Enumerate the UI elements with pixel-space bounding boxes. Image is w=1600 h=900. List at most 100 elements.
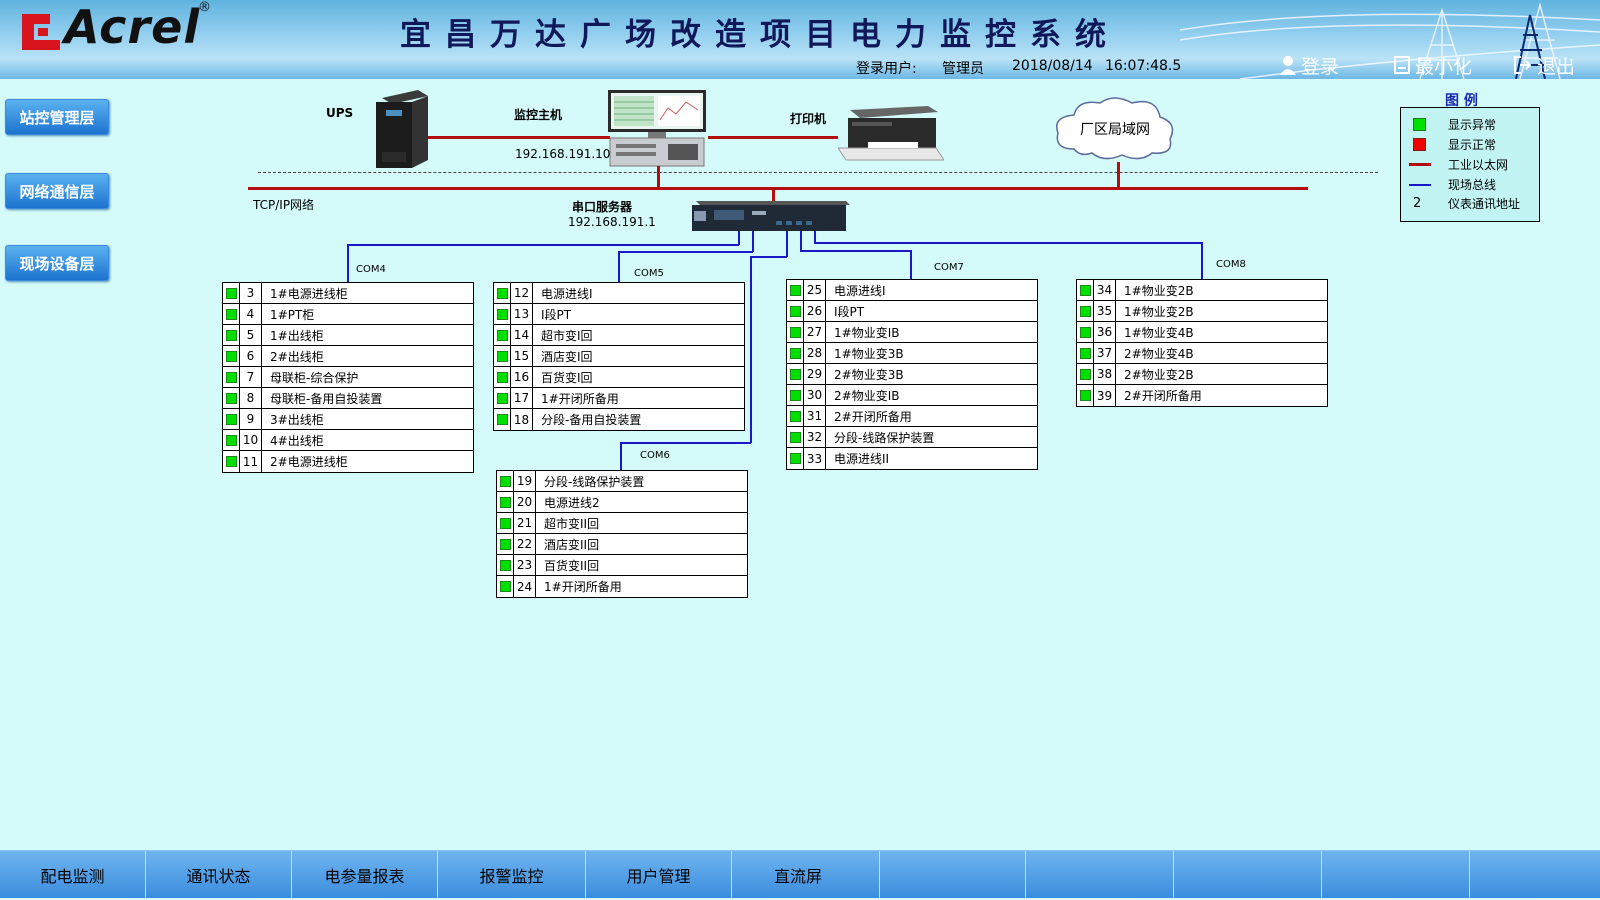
device-row[interactable]: 5 1#出线柜 xyxy=(223,325,473,346)
device-name: 酒店变I回 xyxy=(541,349,593,364)
device-row[interactable]: 22 酒店变II回 xyxy=(497,534,747,555)
device-row[interactable]: 4 1#PT柜 xyxy=(223,304,473,325)
device-row[interactable]: 3 1#电源进线柜 xyxy=(223,283,473,304)
network-communication-layer-button[interactable]: 网络通信层 xyxy=(5,173,109,209)
device-row[interactable]: 34 1#物业变2B xyxy=(1077,280,1327,301)
device-row[interactable]: 11 2#电源进线柜 xyxy=(223,451,473,472)
device-name: 1#开闭所备用 xyxy=(541,391,619,406)
device-status-cell xyxy=(497,492,514,512)
device-status-cell xyxy=(223,346,240,366)
device-row[interactable]: 19 分段-线路保护装置 xyxy=(497,471,747,492)
com7-line-rise xyxy=(800,231,802,251)
device-row[interactable]: 12 电源进线I xyxy=(494,283,744,304)
tab-empty-3[interactable] xyxy=(1174,851,1322,898)
status-indicator-icon xyxy=(225,456,237,467)
device-name: 1#PT柜 xyxy=(270,307,315,322)
station-management-layer-button[interactable]: 站控管理层 xyxy=(5,99,109,135)
device-row[interactable]: 37 2#物业变4B xyxy=(1077,343,1327,364)
device-row[interactable]: 39 2#开闭所备用 xyxy=(1077,385,1327,406)
red-square-icon xyxy=(1413,138,1426,151)
device-row[interactable]: 30 2#物业变IB xyxy=(787,385,1037,406)
serial-server-label: 串口服务器 xyxy=(572,200,633,214)
device-row[interactable]: 23 百货变II回 xyxy=(497,555,747,576)
com6-line-vertical xyxy=(750,256,752,443)
device-row[interactable]: 33 电源进线II xyxy=(787,448,1037,469)
device-row[interactable]: 25 电源进线I xyxy=(787,280,1037,301)
status-indicator-icon xyxy=(225,329,237,341)
tab-alarm-monitoring[interactable]: 报警监控 xyxy=(438,851,586,898)
legend-item-ethernet: 工业以太网 xyxy=(1409,156,1508,173)
device-row[interactable]: 17 1#开闭所备用 xyxy=(494,388,744,409)
device-row[interactable]: 10 4#出线柜 xyxy=(223,430,473,451)
login-button[interactable]: 登录 xyxy=(1280,52,1339,78)
device-row[interactable]: 16 百货变I回 xyxy=(494,367,744,388)
field-device-layer-button[interactable]: 现场设备层 xyxy=(5,245,109,281)
device-address: 19 xyxy=(514,471,536,491)
device-name: I段PT xyxy=(541,307,572,322)
device-status-cell xyxy=(1077,364,1094,384)
com6-line-rise xyxy=(786,231,788,257)
device-name: 1#出线柜 xyxy=(270,328,324,343)
minimize-button[interactable]: 最小化 xyxy=(1394,52,1472,78)
device-row[interactable]: 9 3#出线柜 xyxy=(223,409,473,430)
device-address: 12 xyxy=(511,283,533,303)
legend-item-address: 2 仪表通讯地址 xyxy=(1409,195,1520,212)
status-indicator-icon xyxy=(789,431,801,443)
device-name: 百货变I回 xyxy=(541,370,593,385)
tab-empty-1[interactable] xyxy=(880,851,1026,898)
device-row[interactable]: 14 超市变I回 xyxy=(494,325,744,346)
device-row[interactable]: 32 分段-线路保护装置 xyxy=(787,427,1037,448)
device-address: 26 xyxy=(804,301,826,321)
tab-distribution-monitoring[interactable]: 配电监测 xyxy=(0,851,146,898)
device-address: 34 xyxy=(1094,280,1116,300)
device-name: 2#出线柜 xyxy=(270,349,324,364)
legend-box: 显示异常 显示正常 工业以太网 现场总线 2 仪表通讯地址 xyxy=(1400,107,1540,222)
device-name: 1#物业变2B xyxy=(1124,283,1194,298)
red-line-icon xyxy=(1409,163,1431,166)
layer-divider-dashed-line xyxy=(258,172,1378,173)
device-row[interactable]: 18 分段-备用自投装置 xyxy=(494,409,744,430)
printer-ethernet-link xyxy=(708,136,838,139)
tab-dc-panel[interactable]: 直流屏 xyxy=(732,851,880,898)
device-row[interactable]: 6 2#出线柜 xyxy=(223,346,473,367)
device-row[interactable]: 24 1#开闭所备用 xyxy=(497,576,747,597)
device-address: 38 xyxy=(1094,364,1116,384)
device-row[interactable]: 29 2#物业变3B xyxy=(787,364,1037,385)
tab-empty-2[interactable] xyxy=(1026,851,1174,898)
status-indicator-icon xyxy=(496,287,508,299)
device-row[interactable]: 31 2#开闭所备用 xyxy=(787,406,1037,427)
tab-empty-5[interactable] xyxy=(1470,851,1600,898)
com5-line-rise xyxy=(752,231,754,252)
device-row[interactable]: 36 1#物业变4B xyxy=(1077,322,1327,343)
tab-communication-status[interactable]: 通讯状态 xyxy=(146,851,292,898)
device-row[interactable]: 8 母联柜-备用自投装置 xyxy=(223,388,473,409)
device-status-cell xyxy=(223,283,240,303)
com6-label: COM6 xyxy=(640,450,670,461)
device-row[interactable]: 26 I段PT xyxy=(787,301,1037,322)
device-row[interactable]: 27 1#物业变IB xyxy=(787,322,1037,343)
device-row[interactable]: 15 酒店变I回 xyxy=(494,346,744,367)
tab-empty-4[interactable] xyxy=(1322,851,1470,898)
tab-user-management[interactable]: 用户管理 xyxy=(586,851,732,898)
status-indicator-icon xyxy=(1079,390,1091,401)
device-row[interactable]: 38 2#物业变2B xyxy=(1077,364,1327,385)
device-name: 超市变II回 xyxy=(544,516,600,531)
device-row[interactable]: 20 电源进线2 xyxy=(497,492,747,513)
status-indicator-icon xyxy=(499,496,511,508)
device-row[interactable]: 13 I段PT xyxy=(494,304,744,325)
device-name: 1#物业变IB xyxy=(834,325,900,340)
tcpip-network-label: TCP/IP网络 xyxy=(253,198,315,212)
tab-electrical-parameter-report[interactable]: 电参量报表 xyxy=(292,851,438,898)
device-address: 33 xyxy=(804,448,826,469)
device-row[interactable]: 7 母联柜-综合保护 xyxy=(223,367,473,388)
status-indicator-icon xyxy=(499,517,511,529)
device-name: 分段-线路保护装置 xyxy=(834,430,935,445)
device-status-cell xyxy=(1077,343,1094,363)
device-name: 超市变I回 xyxy=(541,328,593,343)
device-row[interactable]: 35 1#物业变2B xyxy=(1077,301,1327,322)
com8-line-drop xyxy=(1201,242,1203,280)
device-row[interactable]: 21 超市变II回 xyxy=(497,513,747,534)
status-indicator-icon xyxy=(225,350,237,362)
device-row[interactable]: 28 1#物业变3B xyxy=(787,343,1037,364)
exit-button[interactable]: 退出 xyxy=(1514,52,1575,78)
